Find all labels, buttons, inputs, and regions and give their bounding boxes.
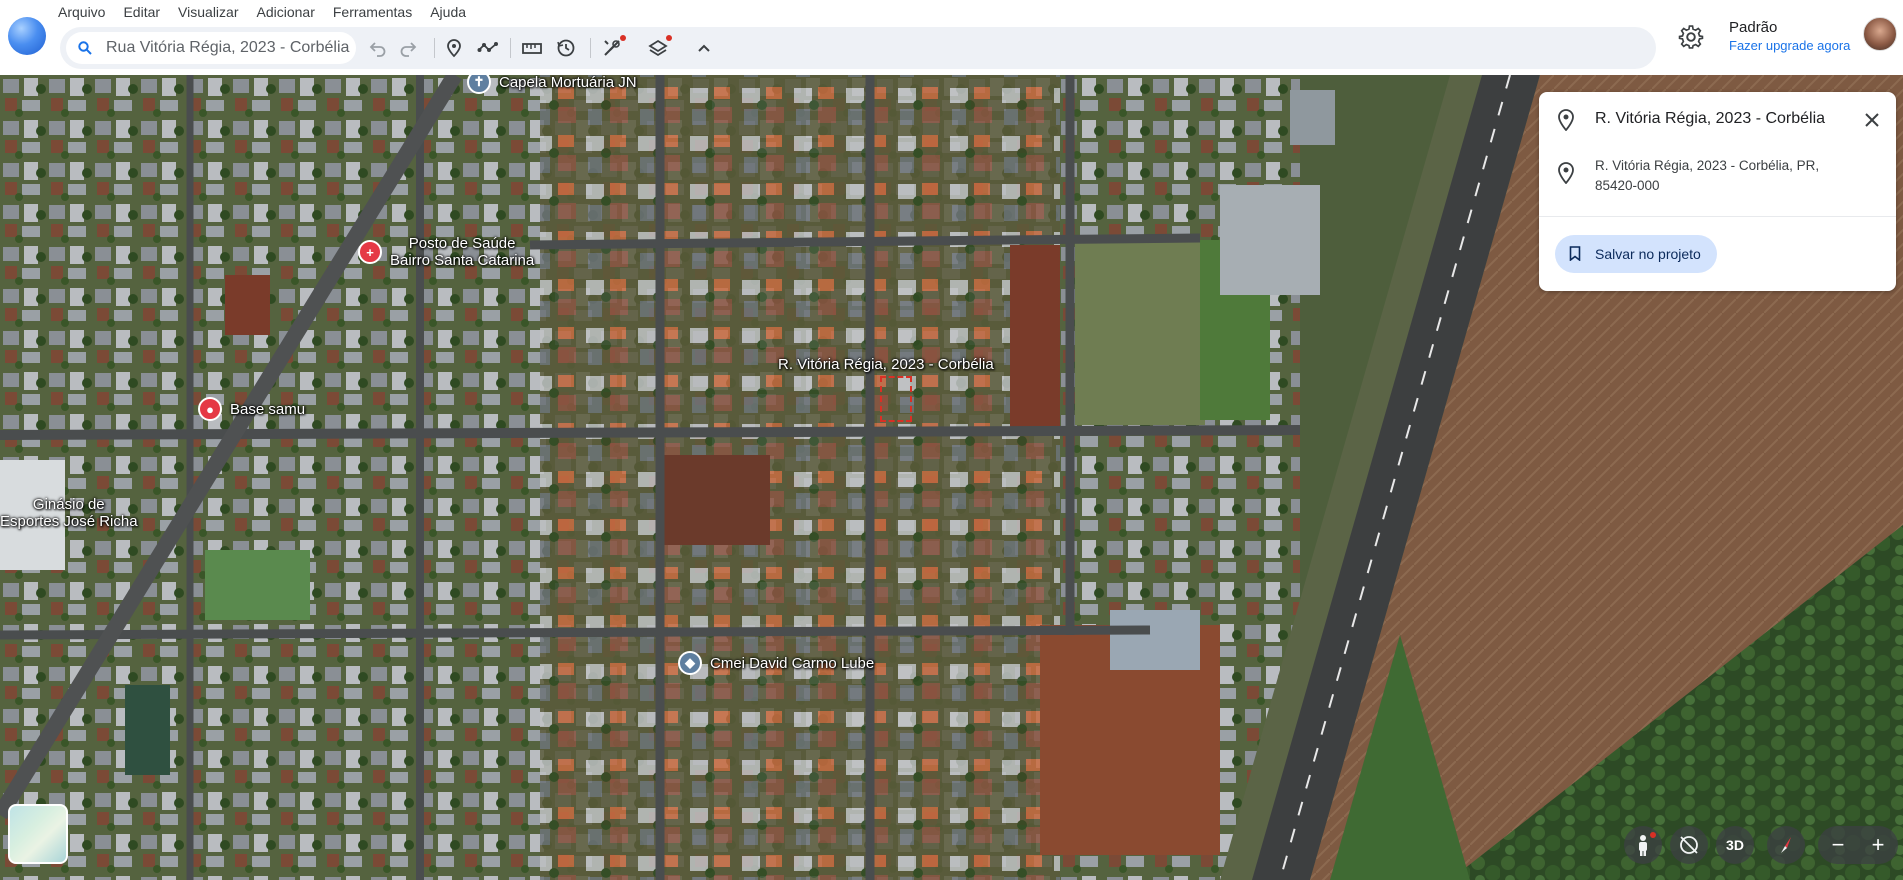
panel-title: R. Vitória Régia, 2023 - Corbélia: [1595, 110, 1826, 127]
menu-bar: Arquivo Editar Visualizar Adicionar Ferr…: [58, 2, 484, 22]
app-header: Arquivo Editar Visualizar Adicionar Ferr…: [0, 0, 1903, 75]
undo-icon: [369, 42, 386, 57]
close-icon[interactable]: [1861, 109, 1883, 131]
notification-dot: [620, 35, 626, 41]
measure-button[interactable]: [520, 36, 544, 60]
collapse-toolbar-button[interactable]: [692, 36, 716, 60]
add-placemark-button[interactable]: [442, 36, 466, 60]
chevron-up-icon: [698, 44, 710, 52]
account-plan-name: Padrão: [1729, 19, 1778, 36]
save-to-project-button[interactable]: Salvar no projeto: [1555, 235, 1717, 273]
historical-imagery-button[interactable]: [554, 36, 578, 60]
placemark-icon: [447, 39, 461, 58]
tilt-off-button[interactable]: [1670, 826, 1708, 864]
search-icon: [78, 41, 92, 55]
earth-logo-icon[interactable]: [8, 17, 46, 55]
compass-button[interactable]: [1767, 826, 1805, 864]
account-info: Padrão Fazer upgrade agora: [1729, 19, 1850, 55]
redo-icon: [400, 42, 417, 57]
pegman-icon: [1639, 835, 1647, 856]
zoom-controls: − +: [1818, 826, 1898, 864]
search-input[interactable]: [106, 37, 350, 59]
location-pin-icon: [1558, 162, 1574, 184]
school-icon: ◆: [678, 651, 702, 675]
menu-ferramentas[interactable]: Ferramentas: [333, 2, 412, 22]
target-location-label: R. Vitória Régia, 2023 - Corbélia: [778, 356, 994, 373]
target-location-marker: [880, 376, 912, 422]
location-info-panel: R. Vitória Régia, 2023 - Corbélia R. Vit…: [1539, 92, 1896, 291]
minimap-globe[interactable]: [8, 804, 68, 864]
toolbar-divider: [434, 38, 435, 58]
poi-label: Cmei David Carmo Lube: [710, 654, 875, 672]
poi-label: Base samu: [230, 400, 306, 418]
poi-posto-de-saude[interactable]: + Posto de Saúde Bairro Santa Catarina: [358, 235, 534, 269]
tools-icon: [604, 40, 620, 56]
draw-path-button[interactable]: [476, 36, 500, 60]
undo-button[interactable]: [366, 36, 390, 60]
divider: [1539, 216, 1896, 217]
gear-icon[interactable]: [1678, 24, 1704, 50]
no-tilt-icon: [1680, 836, 1698, 854]
poi-label: Posto de Saúde Bairro Santa Catarina: [390, 235, 535, 269]
poi-capela-mortuaria[interactable]: ✝ Capela Mortuária JN: [467, 75, 637, 94]
menu-ajuda[interactable]: Ajuda: [430, 2, 466, 22]
avatar[interactable]: [1863, 17, 1897, 51]
location-pin-icon: [1558, 109, 1574, 131]
zoom-in-button[interactable]: +: [1858, 826, 1898, 864]
compass-icon: [1781, 837, 1791, 853]
health-icon: +: [358, 240, 382, 264]
poi-label: Capela Mortuária JN: [499, 75, 637, 91]
history-icon: [557, 39, 575, 57]
upgrade-link[interactable]: Fazer upgrade agora: [1729, 37, 1850, 55]
poi-base-samu[interactable]: ● Base samu: [198, 397, 305, 421]
tools-button[interactable]: [600, 35, 626, 60]
bookmark-icon: [1569, 246, 1581, 261]
menu-adicionar[interactable]: Adicionar: [256, 2, 314, 22]
menu-visualizar[interactable]: Visualizar: [178, 2, 238, 22]
toolbar-divider: [510, 38, 511, 58]
toolbar-divider: [590, 38, 591, 58]
chapel-icon: ✝: [467, 75, 491, 94]
layers-icon: [648, 39, 668, 57]
save-button-label: Salvar no projeto: [1595, 246, 1701, 262]
gym-label: Ginásio de Esportes José Richa: [0, 496, 138, 530]
ruler-icon: [522, 43, 542, 54]
notification-dot: [1650, 832, 1656, 838]
search-box[interactable]: [66, 32, 356, 64]
poi-cmei-david[interactable]: ◆ Cmei David Carmo Lube: [678, 651, 874, 675]
redo-button[interactable]: [396, 36, 420, 60]
path-icon: [477, 42, 498, 52]
notification-dot: [666, 35, 672, 41]
zoom-out-button[interactable]: −: [1818, 826, 1858, 864]
menu-editar[interactable]: Editar: [123, 2, 160, 22]
menu-arquivo[interactable]: Arquivo: [58, 2, 105, 22]
layers-button[interactable]: [646, 35, 672, 60]
street-view-button[interactable]: [1624, 826, 1662, 864]
panel-address: R. Vitória Régia, 2023 - Corbélia, PR, 8…: [1595, 158, 1820, 193]
health-icon: ●: [198, 397, 222, 421]
toolbar: [60, 27, 1656, 69]
view-3d-button[interactable]: 3D: [1716, 826, 1754, 864]
